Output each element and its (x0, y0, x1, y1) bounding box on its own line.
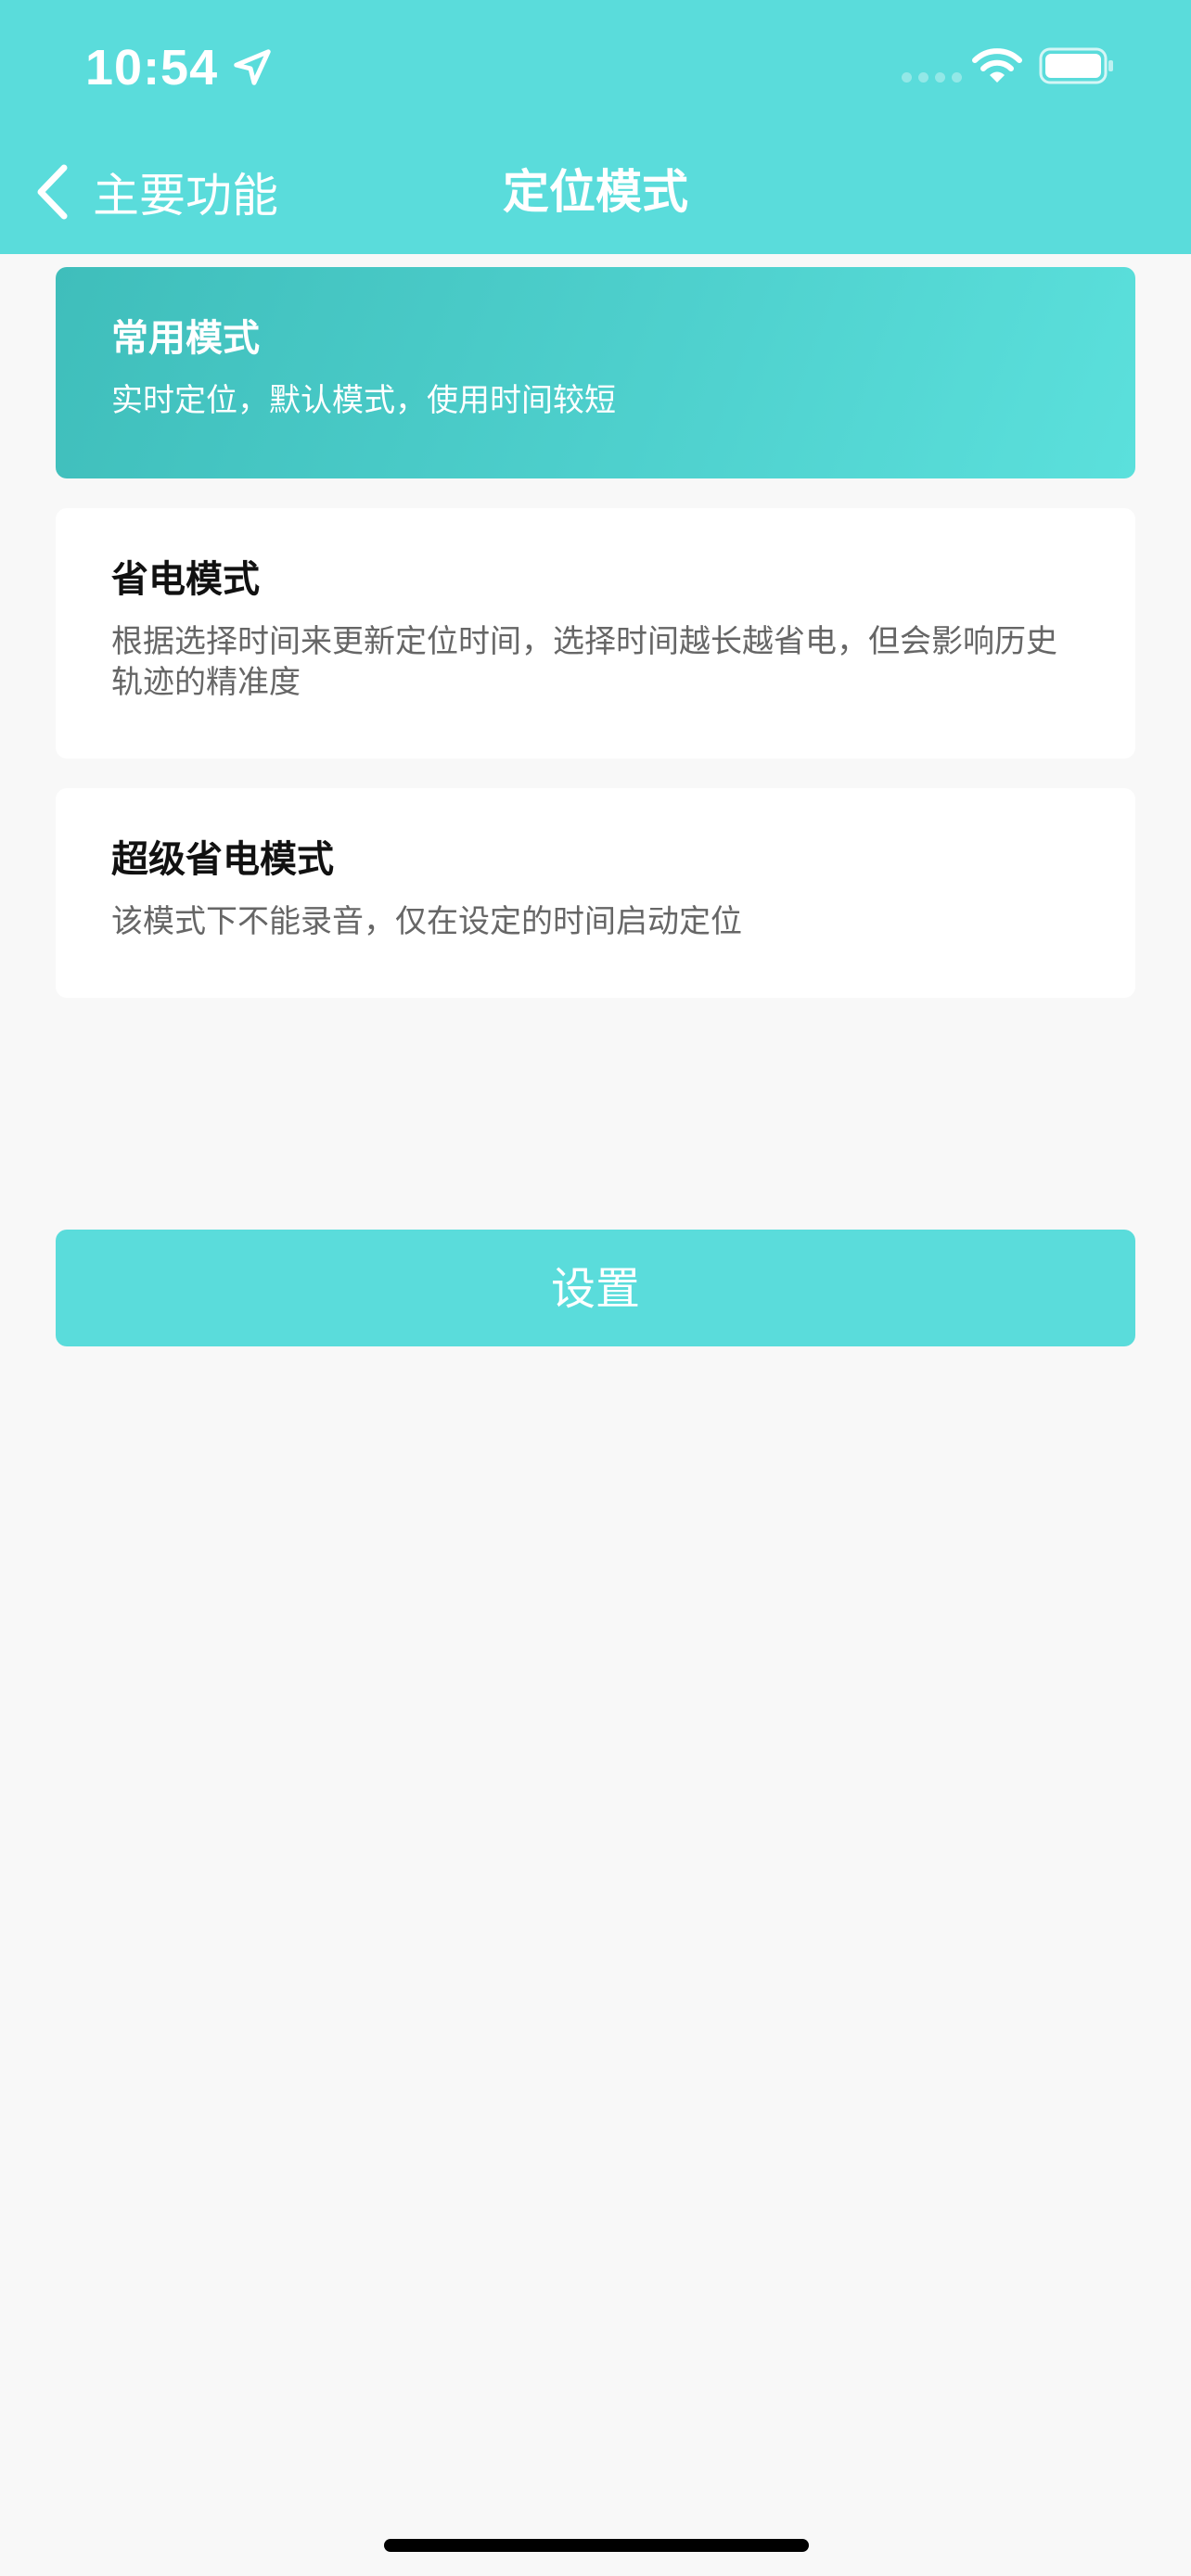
cellular-signal-icon (902, 72, 962, 83)
mode-title: 常用模式 (111, 317, 260, 360)
mode-card-super-power-saving[interactable]: 超级省电模式 该模式下不能录音，仅在设定的时间启动定位 (56, 788, 1135, 998)
mode-card-normal[interactable]: 常用模式 实时定位，默认模式，使用时间较短 (56, 267, 1135, 478)
mode-title: 省电模式 (111, 558, 260, 601)
mode-card-power-saving[interactable]: 省电模式 根据选择时间来更新定位时间，选择时间越长越省电，但会影响历史轨迹的精准… (56, 508, 1135, 759)
location-arrow-icon (234, 49, 271, 85)
home-indicator (384, 2539, 809, 2552)
mode-description: 实时定位，默认模式，使用时间较短 (111, 382, 616, 419)
status-bar-time: 10:54 (85, 35, 274, 100)
set-button[interactable]: 设置 (56, 1230, 1135, 1346)
mode-description: 该模式下不能录音，仅在设定的时间启动定位 (111, 903, 742, 940)
mode-title: 超级省电模式 (111, 838, 334, 881)
status-time-text: 10:54 (85, 40, 219, 96)
chevron-left-icon (37, 164, 68, 220)
back-button[interactable]: 主要功能 (33, 156, 278, 228)
navigation-header: 10:54 主要功能 定位模式 (0, 0, 1191, 254)
wifi-icon (972, 48, 1022, 83)
battery-icon (1039, 47, 1113, 84)
mode-description: 根据选择时间来更新定位时间，选择时间越长越省电，但会影响历史轨迹的精准度 (111, 623, 1057, 701)
back-button-label: 主要功能 (93, 169, 278, 223)
